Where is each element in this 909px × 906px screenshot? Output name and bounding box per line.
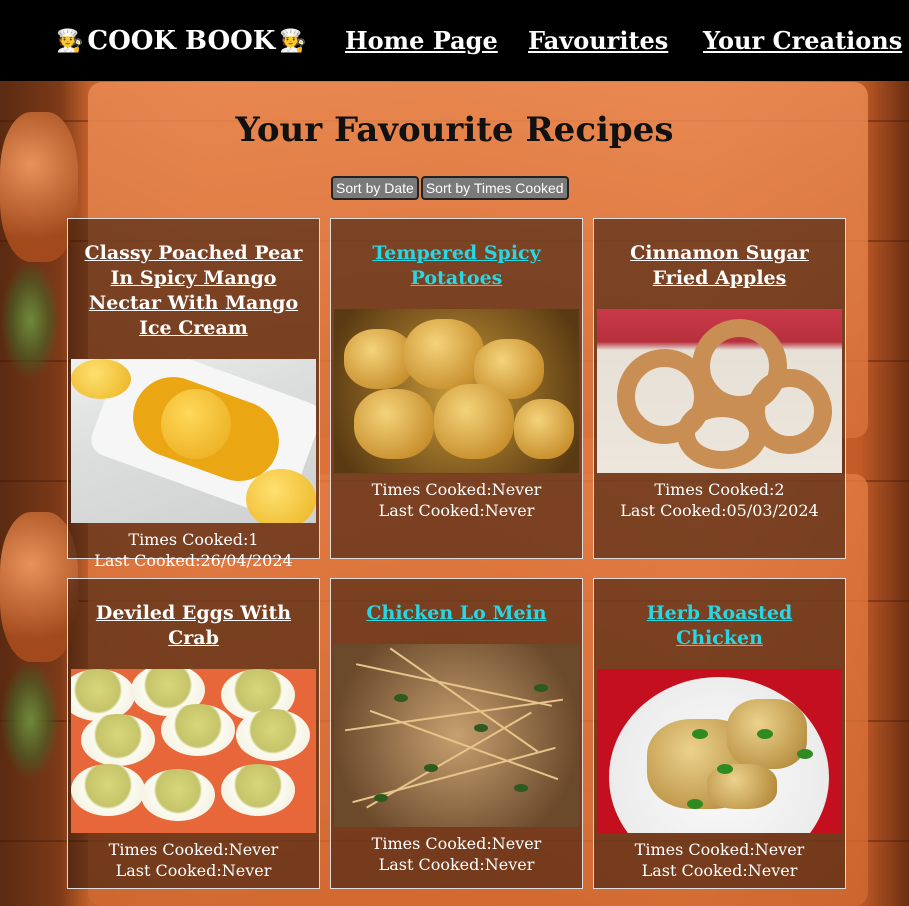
last-cooked: Last Cooked:Never — [115, 861, 272, 880]
brand-title: COOK BOOK — [87, 26, 276, 56]
last-cooked: Last Cooked:26/04/2024 — [94, 551, 293, 570]
recipe-stats: Times Cooked:1 Last Cooked:26/04/2024 — [68, 529, 319, 571]
last-cooked: Last Cooked:05/03/2024 — [620, 501, 819, 520]
times-cooked: Times Cooked:Never — [108, 840, 279, 859]
recipe-card: Herb Roasted Chicken Times Cooked:Never … — [593, 578, 846, 889]
top-nav-bar: 🧑‍🍳 COOK BOOK 🧑‍🍳 Home Page Favourites Y… — [0, 0, 909, 81]
recipe-image[interactable] — [71, 359, 316, 523]
recipe-title-link[interactable]: Cinnamon Sugar Fried Apples — [602, 241, 837, 291]
sort-controls: Sort by Date Sort by Times Cooked — [331, 176, 569, 200]
recipe-image[interactable] — [71, 669, 316, 833]
recipe-image[interactable] — [334, 644, 579, 827]
brand-logo[interactable]: 🧑‍🍳 COOK BOOK 🧑‍🍳 — [56, 26, 307, 56]
nav-home-link[interactable]: Home Page — [345, 26, 498, 55]
recipe-title-link[interactable]: Deviled Eggs With Crab — [76, 601, 311, 651]
recipe-title-link[interactable]: Tempered Spicy Potatoes — [339, 241, 574, 291]
sort-by-date-button[interactable]: Sort by Date — [331, 176, 419, 200]
recipe-image[interactable] — [597, 309, 842, 473]
recipe-stats: Times Cooked:Never Last Cooked:Never — [331, 479, 582, 521]
recipe-card: Deviled Eggs With Crab Times Cooked:Neve… — [67, 578, 320, 889]
times-cooked: Times Cooked:2 — [654, 480, 785, 499]
times-cooked: Times Cooked:1 — [128, 530, 259, 549]
recipe-image[interactable] — [597, 669, 842, 833]
recipe-stats: Times Cooked:Never Last Cooked:Never — [68, 839, 319, 881]
last-cooked: Last Cooked:Never — [641, 861, 798, 880]
times-cooked: Times Cooked:Never — [371, 480, 542, 499]
recipe-card: Cinnamon Sugar Fried Apples Times Cooked… — [593, 218, 846, 559]
recipe-title-link[interactable]: Classy Poached Pear In Spicy Mango Necta… — [76, 241, 311, 341]
recipe-stats: Times Cooked:2 Last Cooked:05/03/2024 — [594, 479, 845, 521]
herb-decoration — [0, 260, 60, 380]
times-cooked: Times Cooked:Never — [634, 840, 805, 859]
recipe-card: Chicken Lo Mein Times Cooked:Never Last … — [330, 578, 583, 889]
times-cooked: Times Cooked:Never — [371, 834, 542, 853]
chef-icon: 🧑‍🍳 — [56, 28, 84, 54]
page-title: Your Favourite Recipes — [235, 110, 674, 150]
recipe-card: Tempered Spicy Potatoes Times Cooked:Nev… — [330, 218, 583, 559]
last-cooked: Last Cooked:Never — [378, 855, 535, 874]
sort-by-times-cooked-button[interactable]: Sort by Times Cooked — [420, 176, 569, 200]
last-cooked: Last Cooked:Never — [378, 501, 535, 520]
recipe-stats: Times Cooked:Never Last Cooked:Never — [331, 833, 582, 875]
recipe-stats: Times Cooked:Never Last Cooked:Never — [594, 839, 845, 881]
recipe-image[interactable] — [334, 309, 579, 473]
recipe-card: Classy Poached Pear In Spicy Mango Necta… — [67, 218, 320, 570]
herb-decoration — [0, 660, 60, 780]
nav-creations-link[interactable]: Your Creations — [703, 26, 902, 55]
recipe-title-link[interactable]: Chicken Lo Mein — [339, 601, 574, 626]
recipe-title-link[interactable]: Herb Roasted Chicken — [602, 601, 837, 651]
nav-favourites-link[interactable]: Favourites — [528, 26, 668, 55]
chef-icon: 🧑‍🍳 — [279, 28, 307, 54]
